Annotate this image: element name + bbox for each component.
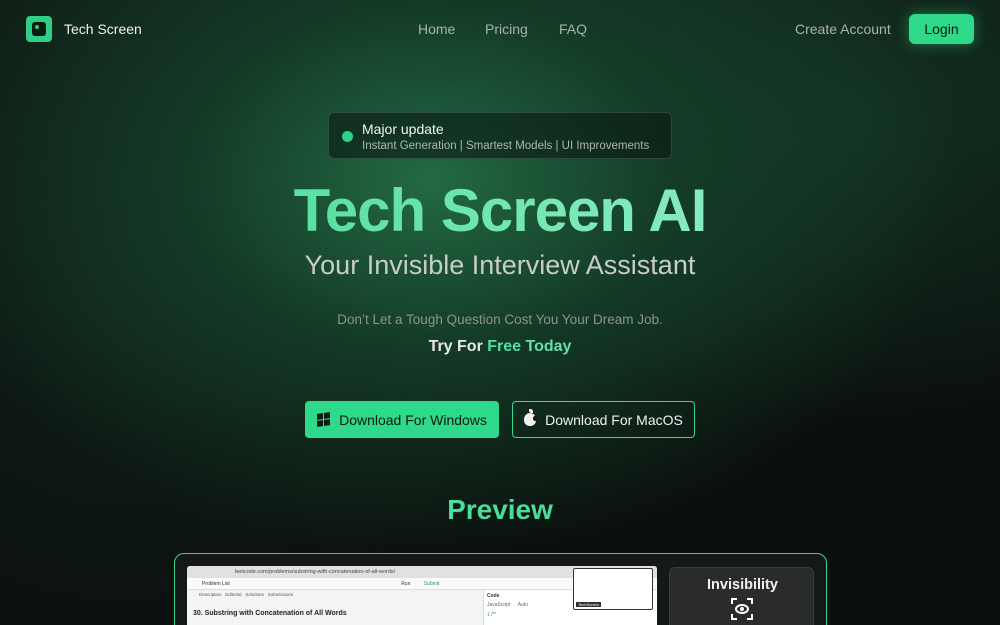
download-windows-button[interactable]: Download For Windows bbox=[305, 401, 499, 438]
apple-icon bbox=[524, 409, 538, 426]
try-free: Free bbox=[487, 338, 522, 355]
create-account-link[interactable]: Create Account bbox=[795, 21, 891, 37]
invisibility-card: Invisibility bbox=[669, 567, 814, 625]
download-macos-label: Download For MacOS bbox=[545, 411, 683, 428]
preview-frame: leetcode.com/problems/substring-with-con… bbox=[174, 553, 827, 625]
hero-title: Tech Screen AI bbox=[0, 176, 1000, 245]
run-label: Run bbox=[401, 581, 411, 587]
nav-link-home[interactable]: Home bbox=[418, 21, 455, 37]
try-today: Today bbox=[525, 338, 572, 355]
download-windows-label: Download For Windows bbox=[339, 411, 487, 428]
brand-name[interactable]: Tech Screen bbox=[64, 21, 142, 37]
update-badge[interactable]: Major update Instant Generation | Smarte… bbox=[328, 112, 672, 159]
code-line: 1 /** bbox=[487, 612, 497, 618]
hero-subtitle: Your Invisible Interview Assistant bbox=[304, 250, 696, 280]
hero-tagline: Don’t Let a Tough Question Cost You Your… bbox=[337, 312, 663, 327]
problem-title: 30. Substring with Concatenation of All … bbox=[193, 610, 347, 617]
badge-subtitle: Instant Generation | Smartest Models | U… bbox=[362, 140, 650, 152]
tab-solutions: Solutions bbox=[245, 592, 264, 597]
preview-title: Preview bbox=[447, 494, 553, 525]
tab-description: Description bbox=[199, 592, 222, 597]
badge-title: Major update bbox=[362, 121, 444, 137]
tab-submissions: Submissions bbox=[267, 592, 294, 597]
mini-overlay-tag: TechScreen bbox=[576, 602, 602, 607]
eye-scan-icon bbox=[731, 598, 753, 620]
problem-list-label: Problem List bbox=[202, 581, 230, 587]
nav-link-pricing[interactable]: Pricing bbox=[485, 21, 528, 37]
download-macos-button[interactable]: Download For MacOS bbox=[512, 401, 695, 438]
preview-screenshot: leetcode.com/problems/substring-with-con… bbox=[187, 566, 657, 625]
try-prefix: Try For bbox=[428, 338, 483, 355]
submit-label: Submit bbox=[423, 581, 440, 587]
nav-link-faq[interactable]: FAQ bbox=[559, 21, 587, 37]
windows-icon bbox=[317, 412, 331, 427]
try-free-text: Try For Free Today bbox=[0, 338, 1000, 356]
auto-label: Auto bbox=[517, 602, 529, 608]
page: Tech Screen Home Pricing FAQ Create Acco… bbox=[0, 0, 1000, 625]
language-label: JavaScript bbox=[487, 602, 511, 608]
top-nav: Tech Screen Home Pricing FAQ Create Acco… bbox=[0, 0, 1000, 58]
status-dot-icon bbox=[342, 131, 353, 142]
login-button[interactable]: Login bbox=[909, 14, 974, 44]
tab-editorial: Editorial bbox=[225, 592, 242, 597]
invisibility-label: Invisibility bbox=[707, 577, 778, 593]
mini-overlay-window: TechScreen bbox=[573, 568, 653, 610]
logo-icon[interactable] bbox=[26, 16, 52, 42]
